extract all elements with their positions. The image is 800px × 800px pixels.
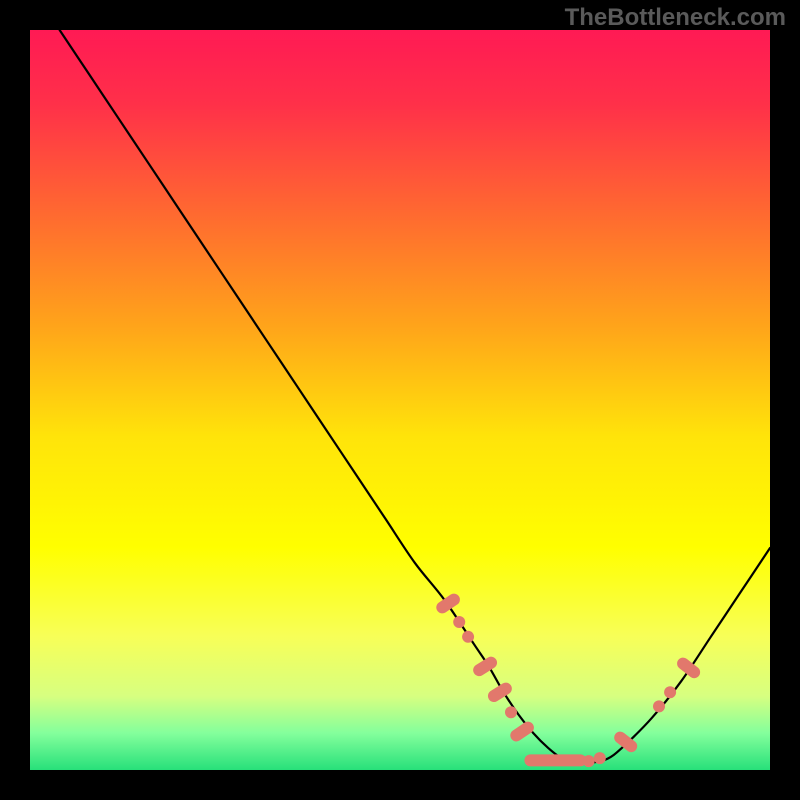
bottleneck-chart: [0, 0, 800, 800]
curve-marker-dot: [664, 686, 676, 698]
curve-marker-dot: [505, 706, 517, 718]
plot-background: [30, 30, 770, 770]
curve-marker-dot: [653, 700, 665, 712]
watermark-text: TheBottleneck.com: [565, 4, 786, 32]
curve-marker-dot: [462, 631, 474, 643]
chart-container: TheBottleneck.com: [0, 0, 800, 800]
curve-marker-dot: [594, 752, 606, 764]
curve-marker-dot: [453, 616, 465, 628]
curve-marker-flatband: [524, 754, 586, 766]
curve-marker-dot: [583, 755, 595, 767]
